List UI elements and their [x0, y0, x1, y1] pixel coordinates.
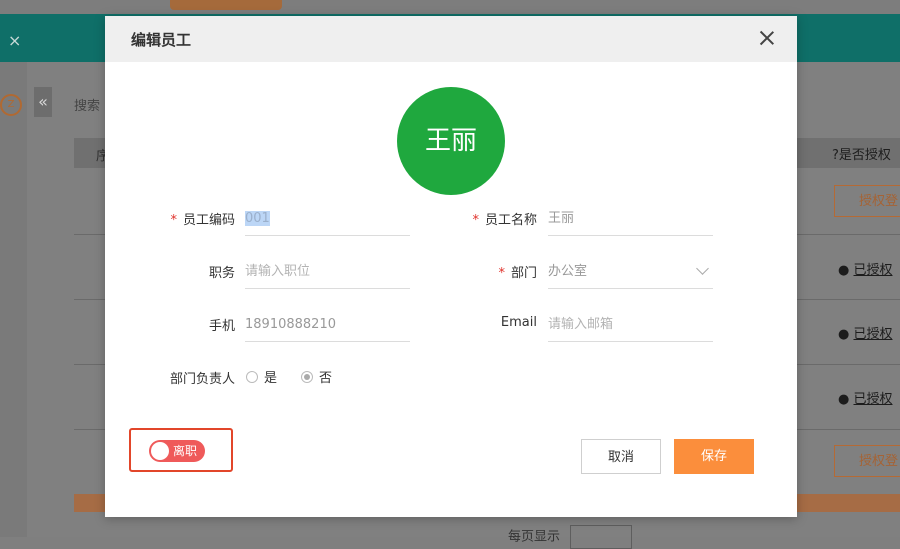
search-label[interactable]: 搜索 — [74, 95, 100, 114]
position-input[interactable]: 请输入职位 — [245, 255, 410, 289]
modal-header: 编辑员工 — [105, 16, 797, 62]
authorize-login-button[interactable]: 授权登 — [834, 185, 900, 217]
radio-icon — [246, 370, 258, 383]
email-input[interactable]: 请输入邮箱 — [548, 308, 713, 342]
authorized-link[interactable]: ● 已授权 — [838, 323, 893, 342]
employee-name-label: * 员工名称 — [472, 213, 537, 228]
per-page-select[interactable] — [570, 525, 633, 549]
radio-checked-icon — [301, 370, 313, 383]
authorize-login-button[interactable]: 授权登 — [834, 445, 900, 477]
dept-head-yes-radio[interactable]: 是 — [246, 367, 277, 386]
employee-code-field[interactable]: 001 — [245, 202, 410, 236]
pagination: 每页显示 — [508, 525, 638, 549]
avatar: 王丽 — [397, 87, 505, 195]
top-orange-tab — [170, 0, 282, 10]
phone-field[interactable]: 18910888210 — [245, 308, 410, 342]
tab-close-icon[interactable]: × — [8, 31, 21, 50]
close-icon[interactable] — [757, 28, 777, 48]
phone-label: 手机 — [208, 319, 235, 334]
resigned-toggle[interactable]: 离职 — [149, 440, 205, 462]
dept-head-label: 部门负责人 — [169, 372, 235, 387]
edit-employee-modal: 编辑员工 王丽 * 员工编码 001 * 员工名称 王丽 职务 请输入职位 * 部门 … — [105, 16, 797, 517]
chevron-down-icon — [696, 262, 709, 275]
modal-title: 编辑员工 — [131, 31, 192, 49]
department-label: * 部门 — [498, 266, 537, 281]
col-authorized-header: ?是否授权 — [832, 148, 891, 163]
save-button[interactable]: 保存 — [674, 439, 754, 474]
authorized-link[interactable]: ● 已授权 — [838, 388, 893, 407]
per-page-label: 每页显示 — [508, 529, 561, 545]
dept-head-no-radio[interactable]: 否 — [301, 367, 332, 386]
cancel-button[interactable]: 取消 — [581, 439, 661, 474]
email-label: Email — [500, 315, 537, 330]
employee-code-label: * 员工编码 — [170, 213, 235, 228]
employee-name-field[interactable]: 王丽 — [548, 202, 713, 236]
position-label: 职务 — [208, 266, 235, 281]
top-bar — [0, 0, 900, 14]
collapse-sidebar-icon[interactable]: « — [34, 87, 52, 117]
authorized-link[interactable]: ● 已授权 — [838, 259, 893, 278]
department-select[interactable]: 办公室 — [548, 255, 713, 289]
left-sidebar — [0, 62, 27, 537]
toggle-knob — [151, 442, 169, 460]
logo-icon: Z — [0, 94, 22, 116]
